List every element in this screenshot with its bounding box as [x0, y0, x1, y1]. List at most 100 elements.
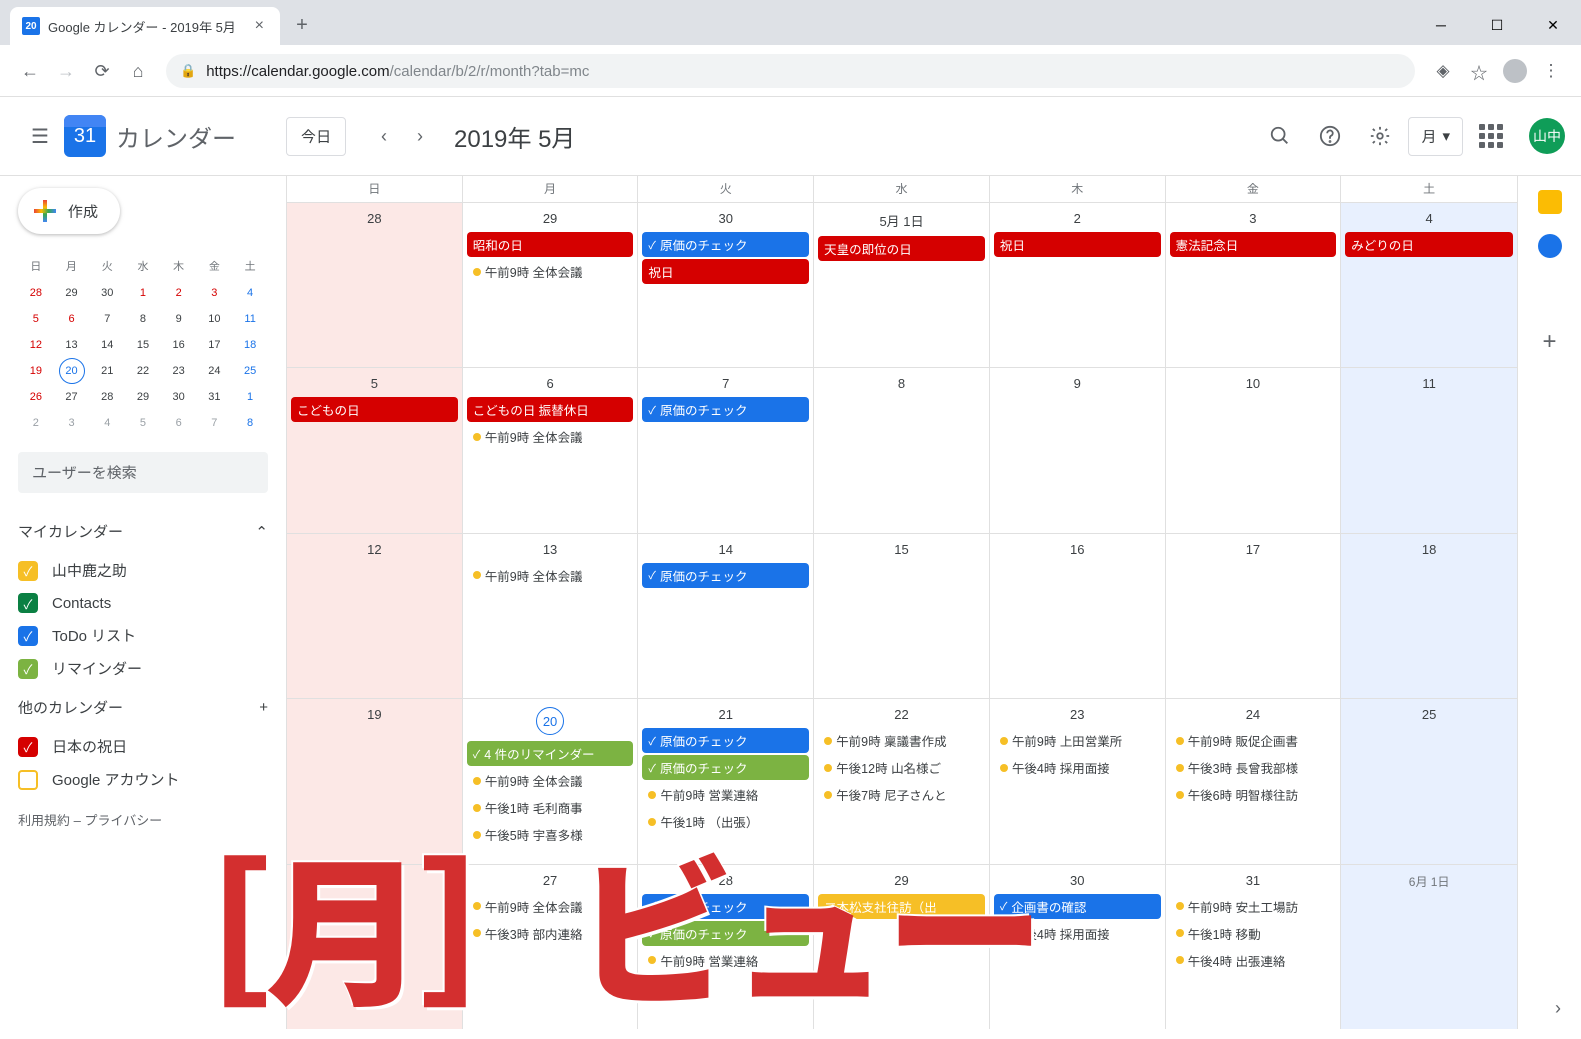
mini-day[interactable]: 19: [23, 358, 49, 384]
day-cell[interactable]: 14✓原価のチェック: [638, 534, 814, 698]
mini-day[interactable]: 23: [166, 358, 192, 384]
checkbox-icon[interactable]: ✓: [18, 593, 38, 613]
mini-day[interactable]: 3: [59, 410, 85, 436]
minimize-button[interactable]: ─: [1413, 7, 1469, 43]
day-cell[interactable]: 30✓原価のチェック祝日: [638, 203, 814, 367]
my-calendars-header[interactable]: マイカレンダー ⌃: [18, 513, 268, 550]
apps-icon[interactable]: [1469, 114, 1513, 158]
mini-day[interactable]: 2: [166, 280, 192, 306]
mini-day[interactable]: 10: [201, 306, 227, 332]
next-month-button[interactable]: ›: [402, 118, 438, 154]
mini-calendar[interactable]: 日月火水木金土282930123456789101112131415161718…: [18, 252, 268, 436]
day-cell[interactable]: 30✓企画書の確認午後4時 採用面接: [990, 865, 1166, 1029]
help-icon[interactable]: [1308, 114, 1352, 158]
event-item[interactable]: ✓原価のチェック: [642, 232, 809, 257]
event-item[interactable]: ✓原価のチェック: [642, 894, 809, 919]
event-item[interactable]: 午後4時 採用面接: [994, 921, 1161, 946]
mini-day[interactable]: 21: [94, 358, 120, 384]
mini-day[interactable]: 7: [201, 410, 227, 436]
day-cell[interactable]: 7✓原価のチェック: [638, 368, 814, 532]
tasks-icon[interactable]: [1538, 234, 1562, 258]
mini-day[interactable]: 20: [59, 358, 85, 384]
day-cell[interactable]: 5月 1日天皇の即位の日: [814, 203, 990, 367]
today-button[interactable]: 今日: [286, 117, 346, 156]
mini-day[interactable]: 12: [23, 332, 49, 358]
forward-button[interactable]: →: [48, 53, 84, 89]
event-item[interactable]: 天皇の即位の日: [818, 236, 985, 261]
day-cell[interactable]: 10: [1166, 368, 1342, 532]
event-item[interactable]: 午後3時 部内連絡: [467, 921, 634, 946]
day-cell[interactable]: 19: [287, 699, 463, 863]
mini-day[interactable]: 31: [201, 384, 227, 410]
mini-day[interactable]: 1: [130, 280, 156, 306]
mini-day[interactable]: 8: [130, 306, 156, 332]
day-cell[interactable]: 28✓原価のチェック✓原価のチェック午前9時 営業連絡: [638, 865, 814, 1029]
day-cell[interactable]: 12: [287, 534, 463, 698]
day-cell[interactable]: 27午前9時 全体会議午後3時 部内連絡: [463, 865, 639, 1029]
day-cell[interactable]: 8: [814, 368, 990, 532]
calendar-item[interactable]: ✓リマインダー: [18, 652, 268, 685]
mini-day[interactable]: 4: [237, 280, 263, 306]
day-cell[interactable]: 11: [1341, 368, 1517, 532]
reload-button[interactable]: ⟳: [84, 53, 120, 89]
day-cell[interactable]: 13午前9時 全体会議: [463, 534, 639, 698]
event-item[interactable]: ✓原価のチェック: [642, 728, 809, 753]
day-cell[interactable]: 16: [990, 534, 1166, 698]
mini-day[interactable]: 29: [59, 280, 85, 306]
prev-month-button[interactable]: ‹: [366, 118, 402, 154]
day-cell[interactable]: 9: [990, 368, 1166, 532]
day-cell[interactable]: 20✓4 件のリマインダー午前9時 全体会議午後1時 毛利商事午後5時 宇喜多様: [463, 699, 639, 863]
new-tab-button[interactable]: +: [286, 9, 318, 41]
checkbox-icon[interactable]: ✓: [18, 626, 38, 646]
event-item[interactable]: 午後12時 山名様ご: [818, 755, 985, 780]
mini-day[interactable]: 30: [94, 280, 120, 306]
calendar-item[interactable]: ✓Contacts: [18, 587, 268, 619]
event-item[interactable]: 午前9時 全体会議: [467, 424, 634, 449]
browser-tab[interactable]: 20 Google カレンダー - 2019年 5月 ×: [10, 7, 280, 45]
mini-day[interactable]: 8: [237, 410, 263, 436]
event-item[interactable]: 午前9時 全体会議: [467, 259, 634, 284]
calendar-item[interactable]: Google アカウント: [18, 763, 268, 796]
day-cell[interactable]: 24午前9時 販促企画書午後3時 長曾我部様午後6時 明智様往訪: [1166, 699, 1342, 863]
mini-day[interactable]: 3: [201, 280, 227, 306]
mini-day[interactable]: 11: [237, 306, 263, 332]
event-item[interactable]: 午前9時 上田営業所: [994, 728, 1161, 753]
event-item[interactable]: 午前9時 稟議書作成: [818, 728, 985, 753]
mini-day[interactable]: 7: [94, 306, 120, 332]
calendar-item[interactable]: ✓ToDo リスト: [18, 619, 268, 652]
close-button[interactable]: ✕: [1525, 7, 1581, 43]
add-calendar-icon[interactable]: +: [259, 699, 268, 716]
create-button[interactable]: 作成: [18, 188, 120, 234]
mini-day[interactable]: 26: [23, 384, 49, 410]
search-users-input[interactable]: ユーザーを検索: [18, 452, 268, 493]
mini-day[interactable]: 16: [166, 332, 192, 358]
profile-avatar[interactable]: [1503, 59, 1527, 83]
mini-day[interactable]: 15: [130, 332, 156, 358]
day-cell[interactable]: 25: [1341, 699, 1517, 863]
event-item[interactable]: ✓原価のチェック: [642, 921, 809, 946]
close-icon[interactable]: ×: [251, 17, 268, 35]
day-cell[interactable]: 28: [287, 203, 463, 367]
settings-icon[interactable]: [1358, 114, 1402, 158]
event-item[interactable]: みどりの日: [1345, 232, 1513, 257]
event-item[interactable]: こどもの日: [291, 397, 458, 422]
day-cell[interactable]: 29二本松支社往訪（出: [814, 865, 990, 1029]
calendar-item[interactable]: ✓山中鹿之助: [18, 554, 268, 587]
event-item[interactable]: ✓4 件のリマインダー: [467, 741, 634, 766]
day-cell[interactable]: 31午前9時 安土工場訪午後1時 移動午後4時 出張連絡: [1166, 865, 1342, 1029]
day-cell[interactable]: 23午前9時 上田営業所午後4時 採用面接: [990, 699, 1166, 863]
event-item[interactable]: 祝日: [642, 259, 809, 284]
mini-day[interactable]: 13: [59, 332, 85, 358]
search-icon[interactable]: [1258, 114, 1302, 158]
mini-day[interactable]: 5: [23, 306, 49, 332]
event-item[interactable]: 午後6時 明智様往訪: [1170, 782, 1337, 807]
event-item[interactable]: 午後1時 移動: [1170, 921, 1337, 946]
event-item[interactable]: 午前9時 全体会議: [467, 563, 634, 588]
url-bar[interactable]: 🔒 https://calendar.google.com/calendar/b…: [166, 54, 1415, 88]
event-item[interactable]: こどもの日 振替休日: [467, 397, 634, 422]
event-item[interactable]: 午後7時 尼子さんと: [818, 782, 985, 807]
event-item[interactable]: 午前9時 安土工場訪: [1170, 894, 1337, 919]
view-selector[interactable]: 月▾: [1408, 117, 1463, 156]
day-cell[interactable]: 2祝日: [990, 203, 1166, 367]
mini-day[interactable]: 28: [94, 384, 120, 410]
